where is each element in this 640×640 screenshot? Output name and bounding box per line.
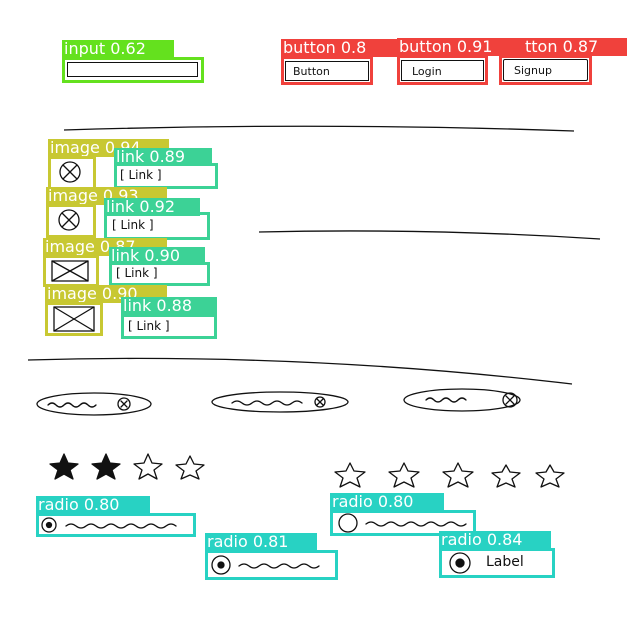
button-detection-label-1: button 0.8 — [281, 39, 397, 57]
star-empty-icon — [334, 462, 366, 488]
text-input-field[interactable] — [67, 62, 198, 77]
input-detection-label: input 0.62 — [62, 40, 174, 58]
signup-button[interactable]: Signup — [503, 59, 588, 81]
star-empty-icon — [388, 462, 420, 488]
login-button-text: Login — [412, 65, 442, 78]
button-detection-label-2: button 0.91 — [397, 38, 523, 56]
chip-input-1[interactable] — [34, 389, 158, 419]
star-rating-right[interactable] — [330, 459, 570, 491]
button-button-text: Button — [293, 65, 330, 78]
star-empty-icon — [442, 462, 474, 488]
link-2[interactable]: [ Link ] — [112, 218, 154, 232]
radio-detection-label-1: radio 0.80 — [36, 496, 150, 514]
link-4[interactable]: [ Link ] — [128, 319, 170, 333]
link-1[interactable]: [ Link ] — [120, 168, 162, 182]
radio-button-4[interactable] — [443, 550, 477, 576]
radio-detection-label-4: radio 0.84 — [439, 531, 551, 549]
radio-detection-label-2: radio 0.81 — [205, 533, 317, 551]
star-filled-icon — [49, 453, 79, 480]
login-button[interactable]: Login — [401, 60, 484, 81]
star-empty-icon — [175, 455, 205, 480]
chip-input-3[interactable] — [402, 385, 526, 415]
radio-button-2[interactable] — [209, 553, 333, 577]
button-button[interactable]: Button — [285, 61, 369, 81]
star-empty-icon — [491, 464, 521, 488]
star-empty-icon — [133, 453, 163, 480]
chip-input-2[interactable] — [210, 387, 354, 417]
star-rating-left[interactable] — [44, 450, 214, 482]
star-filled-icon — [91, 453, 121, 480]
radio-button-1[interactable] — [40, 515, 190, 535]
star-empty-icon — [535, 464, 565, 488]
image-placeholder-icon — [53, 306, 95, 332]
radio-detection-label-3: radio 0.80 — [330, 493, 444, 511]
image-placeholder-icon — [51, 260, 89, 282]
link-detection-label-4: link 0.88 — [121, 297, 217, 315]
button-detection-label-3: tton 0.87 — [523, 38, 627, 56]
image-placeholder-icon — [58, 209, 80, 231]
image-placeholder-icon — [59, 161, 81, 183]
link-3[interactable]: [ Link ] — [116, 266, 158, 280]
radio-label-text: Label — [486, 554, 524, 570]
signup-button-text: Signup — [514, 64, 552, 77]
